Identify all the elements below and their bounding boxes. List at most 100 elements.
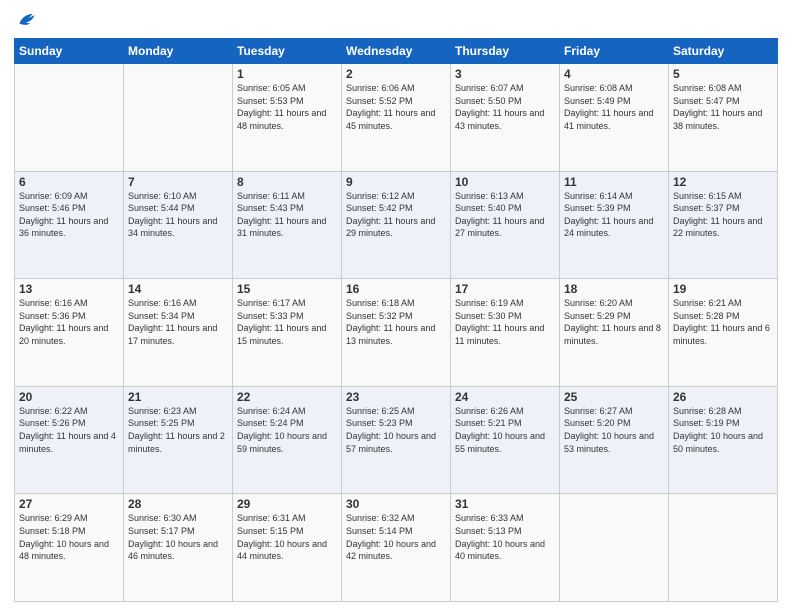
day-number: 24 [455,390,555,404]
day-number: 3 [455,67,555,81]
day-info: Sunrise: 6:28 AM Sunset: 5:19 PM Dayligh… [673,406,763,454]
day-info: Sunrise: 6:08 AM Sunset: 5:47 PM Dayligh… [673,83,762,131]
day-number: 22 [237,390,337,404]
day-of-week-header: Wednesday [342,39,451,64]
day-info: Sunrise: 6:22 AM Sunset: 5:26 PM Dayligh… [19,406,116,454]
calendar-day-cell: 29Sunrise: 6:31 AM Sunset: 5:15 PM Dayli… [233,494,342,602]
day-number: 11 [564,175,664,189]
calendar-day-cell: 5 Sunrise: 6:08 AM Sunset: 5:47 PM Daylig… [669,64,778,172]
calendar-empty-cell [15,64,124,172]
calendar-day-cell: 18 Sunrise: 6:20 AM Sunset: 5:29 PM Dayli… [560,279,669,387]
calendar-day-cell: 12 Sunrise: 6:15 AM Sunset: 5:37 PM Dayli… [669,171,778,279]
day-number: 20 [19,390,119,404]
day-number: 12 [673,175,773,189]
calendar-day-cell: 2 Sunrise: 6:06 AM Sunset: 5:52 PM Daylig… [342,64,451,172]
day-info: Sunrise: 6:06 AM Sunset: 5:52 PM Dayligh… [346,83,435,131]
day-number: 5 [673,67,773,81]
calendar-header-row: SundayMondayTuesdayWednesdayThursdayFrid… [15,39,778,64]
calendar-week-row: 6 Sunrise: 6:09 AM Sunset: 5:46 PM Daylig… [15,171,778,279]
day-info: Sunrise: 6:08 AM Sunset: 5:49 PM Dayligh… [564,83,653,131]
day-info: Sunrise: 6:15 AM Sunset: 5:37 PM Dayligh… [673,191,762,239]
calendar-day-cell: 6 Sunrise: 6:09 AM Sunset: 5:46 PM Daylig… [15,171,124,279]
day-number: 21 [128,390,228,404]
calendar-table: SundayMondayTuesdayWednesdayThursdayFrid… [14,38,778,602]
day-info: Sunrise: 6:23 AM Sunset: 5:25 PM Dayligh… [128,406,225,454]
calendar-day-cell: 30 Sunrise: 6:32 AM Sunset: 5:14 PM Dayli… [342,494,451,602]
day-number: 13 [19,282,119,296]
calendar-day-cell: 28Sunrise: 6:30 AM Sunset: 5:17 PM Dayli… [124,494,233,602]
day-number: 8 [237,175,337,189]
calendar-day-cell: 19Sunrise: 6:21 AM Sunset: 5:28 PM Dayli… [669,279,778,387]
day-number: 16 [346,282,446,296]
day-number: 25 [564,390,664,404]
day-info: Sunrise: 6:27 AM Sunset: 5:20 PM Dayligh… [564,406,654,454]
logo-text [14,10,36,30]
header [14,10,778,30]
calendar-day-cell: 8 Sunrise: 6:11 AM Sunset: 5:43 PM Daylig… [233,171,342,279]
day-number: 26 [673,390,773,404]
calendar-week-row: 1 Sunrise: 6:05 AM Sunset: 5:53 PM Daylig… [15,64,778,172]
day-of-week-header: Friday [560,39,669,64]
day-info: Sunrise: 6:14 AM Sunset: 5:39 PM Dayligh… [564,191,653,239]
calendar-day-cell: 20 Sunrise: 6:22 AM Sunset: 5:26 PM Dayli… [15,386,124,494]
day-of-week-header: Monday [124,39,233,64]
day-info: Sunrise: 6:18 AM Sunset: 5:32 PM Dayligh… [346,298,435,346]
day-info: Sunrise: 6:10 AM Sunset: 5:44 PM Dayligh… [128,191,217,239]
calendar-day-cell: 15 Sunrise: 6:17 AM Sunset: 5:33 PM Dayli… [233,279,342,387]
calendar-week-row: 13 Sunrise: 6:16 AM Sunset: 5:36 PM Dayli… [15,279,778,387]
day-of-week-header: Sunday [15,39,124,64]
day-number: 15 [237,282,337,296]
calendar-day-cell: 9 Sunrise: 6:12 AM Sunset: 5:42 PM Daylig… [342,171,451,279]
logo [14,10,36,30]
day-number: 30 [346,497,446,511]
day-info: Sunrise: 6:17 AM Sunset: 5:33 PM Dayligh… [237,298,326,346]
day-info: Sunrise: 6:16 AM Sunset: 5:36 PM Dayligh… [19,298,108,346]
calendar-day-cell: 7 Sunrise: 6:10 AM Sunset: 5:44 PM Daylig… [124,171,233,279]
calendar-day-cell: 21 Sunrise: 6:23 AM Sunset: 5:25 PM Dayli… [124,386,233,494]
day-number: 29 [237,497,337,511]
day-info: Sunrise: 6:30 AM Sunset: 5:17 PM Dayligh… [128,513,218,561]
day-info: Sunrise: 6:20 AM Sunset: 5:29 PM Dayligh… [564,298,661,346]
day-info: Sunrise: 6:16 AM Sunset: 5:34 PM Dayligh… [128,298,217,346]
day-info: Sunrise: 6:33 AM Sunset: 5:13 PM Dayligh… [455,513,545,561]
calendar-day-cell: 26 Sunrise: 6:28 AM Sunset: 5:19 PM Dayli… [669,386,778,494]
day-info: Sunrise: 6:21 AM Sunset: 5:28 PM Dayligh… [673,298,770,346]
day-of-week-header: Tuesday [233,39,342,64]
day-number: 9 [346,175,446,189]
calendar-day-cell: 22 Sunrise: 6:24 AM Sunset: 5:24 PM Dayli… [233,386,342,494]
calendar-day-cell: 3 Sunrise: 6:07 AM Sunset: 5:50 PM Daylig… [451,64,560,172]
calendar-day-cell: 16 Sunrise: 6:18 AM Sunset: 5:32 PM Dayli… [342,279,451,387]
day-info: Sunrise: 6:24 AM Sunset: 5:24 PM Dayligh… [237,406,327,454]
day-number: 1 [237,67,337,81]
calendar-day-cell: 25 Sunrise: 6:27 AM Sunset: 5:20 PM Dayli… [560,386,669,494]
day-info: Sunrise: 6:09 AM Sunset: 5:46 PM Dayligh… [19,191,108,239]
day-number: 23 [346,390,446,404]
day-info: Sunrise: 6:11 AM Sunset: 5:43 PM Dayligh… [237,191,326,239]
calendar-week-row: 27 Sunrise: 6:29 AM Sunset: 5:18 PM Dayli… [15,494,778,602]
calendar-empty-cell [560,494,669,602]
calendar-day-cell: 14Sunrise: 6:16 AM Sunset: 5:34 PM Dayli… [124,279,233,387]
day-of-week-header: Thursday [451,39,560,64]
calendar-day-cell: 27 Sunrise: 6:29 AM Sunset: 5:18 PM Dayli… [15,494,124,602]
page: SundayMondayTuesdayWednesdayThursdayFrid… [0,0,792,612]
day-info: Sunrise: 6:25 AM Sunset: 5:23 PM Dayligh… [346,406,436,454]
calendar-day-cell: 1 Sunrise: 6:05 AM Sunset: 5:53 PM Daylig… [233,64,342,172]
day-number: 6 [19,175,119,189]
day-number: 2 [346,67,446,81]
day-info: Sunrise: 6:05 AM Sunset: 5:53 PM Dayligh… [237,83,326,131]
day-number: 10 [455,175,555,189]
day-info: Sunrise: 6:19 AM Sunset: 5:30 PM Dayligh… [455,298,544,346]
calendar-day-cell: 31Sunrise: 6:33 AM Sunset: 5:13 PM Dayli… [451,494,560,602]
day-info: Sunrise: 6:07 AM Sunset: 5:50 PM Dayligh… [455,83,544,131]
day-number: 7 [128,175,228,189]
day-info: Sunrise: 6:13 AM Sunset: 5:40 PM Dayligh… [455,191,544,239]
day-number: 27 [19,497,119,511]
calendar-day-cell: 23 Sunrise: 6:25 AM Sunset: 5:23 PM Dayli… [342,386,451,494]
day-number: 18 [564,282,664,296]
day-number: 17 [455,282,555,296]
calendar-week-row: 20 Sunrise: 6:22 AM Sunset: 5:26 PM Dayli… [15,386,778,494]
day-info: Sunrise: 6:29 AM Sunset: 5:18 PM Dayligh… [19,513,109,561]
day-info: Sunrise: 6:12 AM Sunset: 5:42 PM Dayligh… [346,191,435,239]
day-number: 4 [564,67,664,81]
day-info: Sunrise: 6:32 AM Sunset: 5:14 PM Dayligh… [346,513,436,561]
